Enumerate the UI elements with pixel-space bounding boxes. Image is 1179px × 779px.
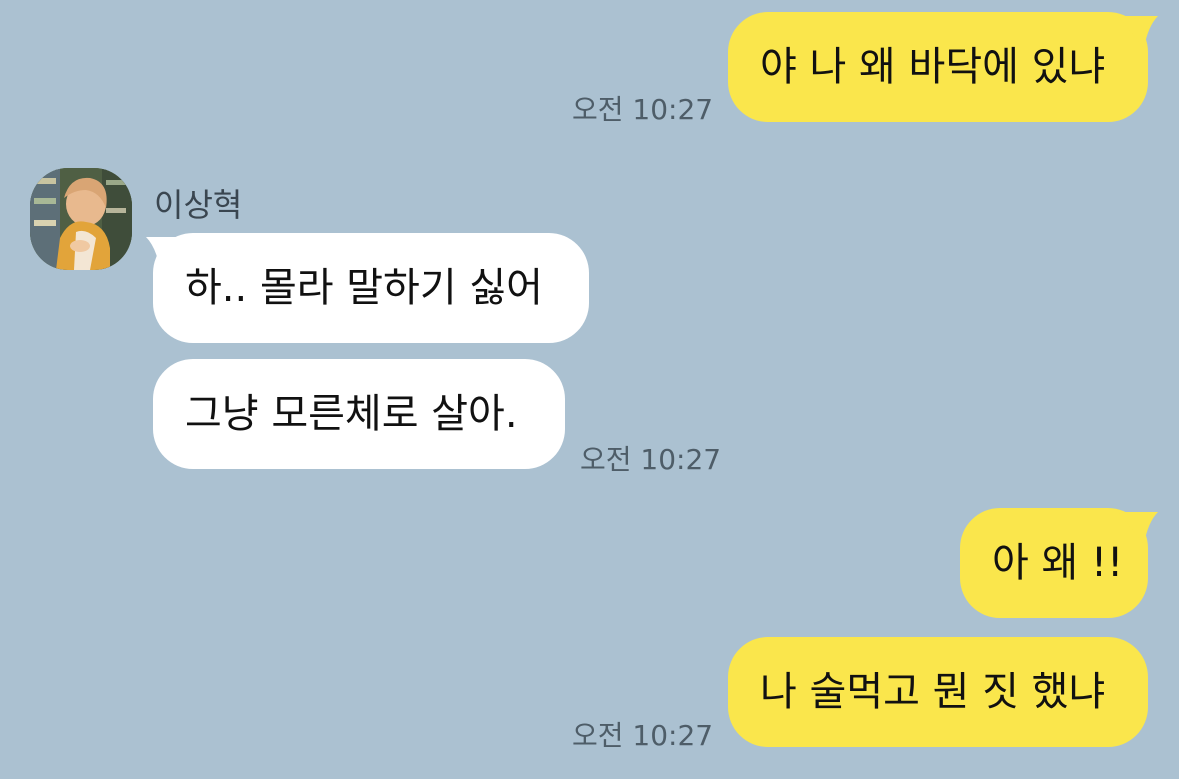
message-text: 그냥 모른체로 살아. <box>185 391 518 437</box>
message-text: 야 나 왜 바닥에 있냐 <box>760 44 1106 90</box>
message-bubble-incoming[interactable]: 하.. 몰라 말하기 싫어 <box>153 233 589 343</box>
message-text: 나 술먹고 뭔 짓 했냐 <box>760 669 1106 715</box>
message-text: 아 왜 !! <box>992 540 1124 586</box>
message-bubble-outgoing[interactable]: 나 술먹고 뭔 짓 했냐 <box>728 637 1148 747</box>
message-bubble-outgoing[interactable]: 야 나 왜 바닥에 있냐 <box>728 12 1148 122</box>
avatar[interactable] <box>30 168 132 270</box>
message-bubble-incoming[interactable]: 그냥 모른체로 살아. <box>153 359 565 469</box>
message-time: 오전 10:27 <box>580 443 722 476</box>
message-text: 하.. 몰라 말하기 싫어 <box>185 265 543 311</box>
message-time: 오전 10:27 <box>572 719 714 752</box>
bubble-tail-outgoing <box>1118 16 1158 48</box>
message-time: 오전 10:27 <box>572 93 714 126</box>
profile-photo-icon <box>30 168 132 270</box>
bubble-tail-outgoing <box>1118 512 1158 544</box>
sender-name: 이상혁 <box>154 186 243 224</box>
